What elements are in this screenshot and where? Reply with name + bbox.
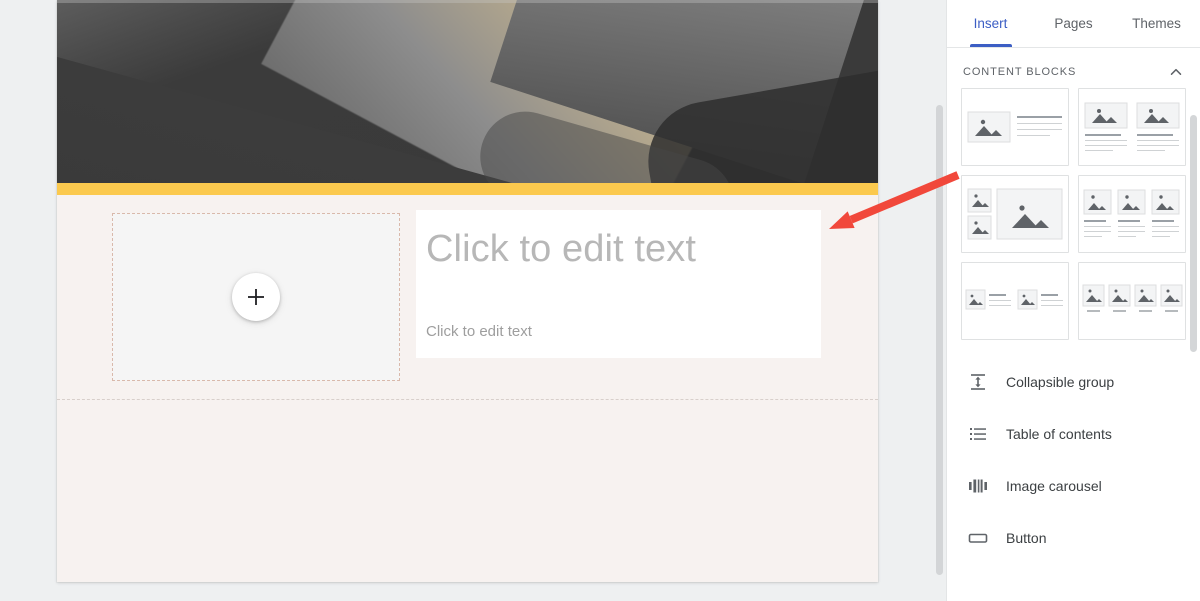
- tab-themes-label: Themes: [1132, 16, 1181, 31]
- menu-item-collapsible-group-label: Collapsible group: [1006, 374, 1115, 390]
- content-block-four-images-with-captions[interactable]: [1078, 262, 1186, 340]
- menu-item-collapsible-group[interactable]: Collapsible group: [947, 356, 1200, 408]
- tab-themes[interactable]: Themes: [1115, 0, 1198, 47]
- block-thumbnail-two-images-two-text: [1084, 102, 1180, 151]
- menu-item-table-of-contents[interactable]: Table of contents: [947, 408, 1200, 460]
- block-thumbnail-two-small-one-large: [967, 188, 1063, 240]
- content-blocks-header[interactable]: CONTENT BLOCKS: [947, 48, 1200, 88]
- menu-item-table-of-contents-label: Table of contents: [1006, 426, 1112, 442]
- content-blocks-label: CONTENT BLOCKS: [963, 66, 1077, 78]
- tab-pages-label: Pages: [1054, 16, 1093, 31]
- content-block-two-images-two-text-columns[interactable]: [1078, 88, 1186, 166]
- tab-insert[interactable]: Insert: [949, 0, 1032, 47]
- page-sheet: Click to edit text Click to edit text: [57, 0, 878, 582]
- table-of-contents-icon: [967, 423, 989, 445]
- block-thumbnail-four-images-captions: [1082, 284, 1183, 312]
- canvas-vertical-scrollbar[interactable]: [936, 105, 943, 575]
- insert-menu-list: Collapsible group Table of contents Imag…: [947, 340, 1200, 564]
- editor-canvas[interactable]: Click to edit text Click to edit text: [0, 0, 946, 601]
- banner-accent-bar: [57, 183, 878, 195]
- add-image-button[interactable]: [232, 273, 280, 321]
- text-block[interactable]: Click to edit text Click to edit text: [416, 210, 821, 358]
- menu-item-image-carousel-label: Image carousel: [1006, 478, 1102, 494]
- chevron-up-icon[interactable]: [1168, 64, 1184, 80]
- insert-side-panel: Insert Pages Themes CONTENT BLOCKS Colla…: [946, 0, 1200, 601]
- plus-icon: [248, 289, 264, 305]
- content-blocks-grid: [947, 88, 1200, 340]
- content-block-three-images-three-text-columns[interactable]: [1078, 175, 1186, 253]
- text-block-title-placeholder[interactable]: Click to edit text: [426, 228, 811, 272]
- tab-pages[interactable]: Pages: [1032, 0, 1115, 47]
- menu-item-button-label: Button: [1006, 530, 1047, 546]
- block-thumbnail-three-images-three-text: [1083, 189, 1180, 237]
- menu-item-button[interactable]: Button: [947, 512, 1200, 564]
- site-editor-window: Click to edit text Click to edit text In…: [0, 0, 1200, 601]
- collapsible-group-icon: [967, 371, 989, 393]
- panel-tabs: Insert Pages Themes: [947, 0, 1200, 48]
- text-block-body-placeholder[interactable]: Click to edit text: [426, 323, 532, 340]
- image-carousel-icon: [967, 475, 989, 497]
- content-section: Click to edit text Click to edit text: [57, 195, 878, 399]
- section-divider: [57, 399, 878, 400]
- block-thumbnail-image-left-text-right: [967, 111, 1062, 143]
- button-icon: [967, 527, 989, 549]
- panel-vertical-scrollbar[interactable]: [1190, 115, 1197, 352]
- banner-image[interactable]: [57, 0, 878, 183]
- content-block-image-left-text-right[interactable]: [961, 88, 1069, 166]
- menu-item-image-carousel[interactable]: Image carousel: [947, 460, 1200, 512]
- content-block-two-image-text-pairs-inline[interactable]: [961, 262, 1069, 340]
- banner-top-highlight: [57, 0, 878, 3]
- block-thumbnail-two-inline-pairs: [965, 289, 1063, 310]
- image-placeholder-block[interactable]: [112, 213, 400, 381]
- content-block-two-small-one-large-image[interactable]: [961, 175, 1069, 253]
- tab-insert-label: Insert: [973, 16, 1008, 31]
